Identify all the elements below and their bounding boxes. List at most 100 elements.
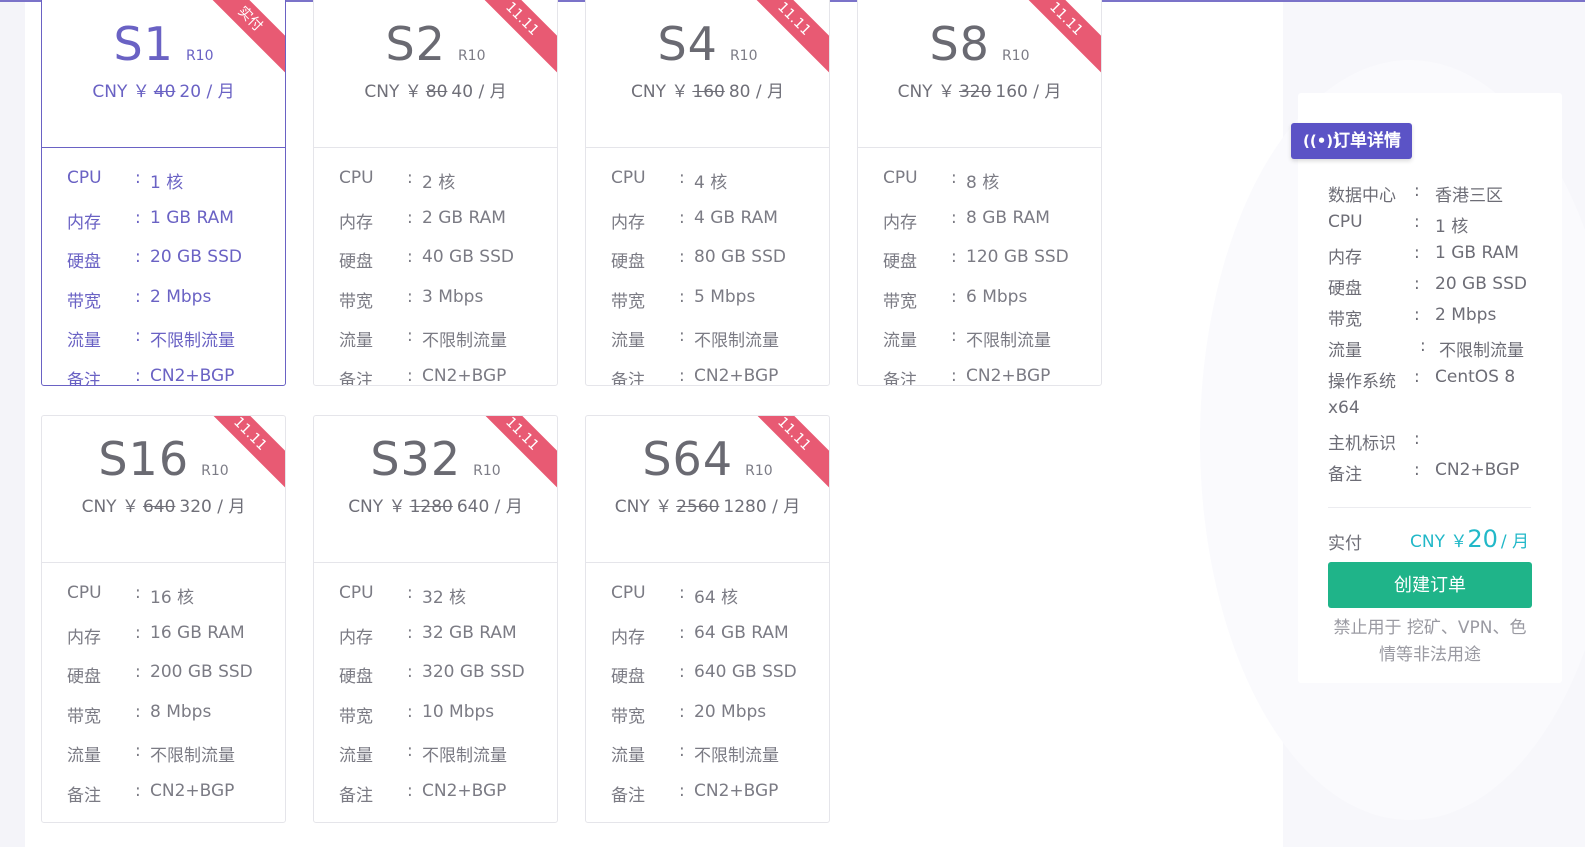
- spec-row-disk: 硬盘:80 GB SSD: [611, 247, 786, 273]
- plan-specs: CPU:32 核内存:32 GB RAM 硬盘:320 GB SSD 带宽:10 M…: [339, 583, 544, 821]
- create-order-button[interactable]: 创建订单: [1328, 562, 1532, 608]
- spec-row-note: 备注: CN2+BGP: [339, 780, 507, 806]
- spec-row-traffic: 流量: 不限制流量: [611, 326, 779, 352]
- plan-card-s2[interactable]: S2 R10 CNY ￥ 80 40 / 月 11.11 CPU:2 核内存:2 GB RA…: [313, 0, 558, 386]
- spec-row-bw: 带宽:2 Mbps: [67, 286, 212, 312]
- plan-price: CNY ￥ 1280 640 / 月: [348, 497, 523, 517]
- current-price: 320 / 月: [179, 497, 246, 517]
- current-price: 80 / 月: [728, 82, 784, 102]
- plan-card-s4[interactable]: S4 R10 CNY ￥ 160 80 / 月 11.11 CPU:4 核内存:4 GB R…: [585, 0, 830, 386]
- plan-name: S8: [929, 17, 990, 71]
- plan-specs: CPU:1 核内存:1 GB RAM 硬盘:20 GB SSD 带宽:2 Mbps 流…: [67, 168, 272, 386]
- current-price: 640 / 月: [456, 497, 523, 517]
- usage-warning: 禁止用于 挖矿、VPN、色情等非法用途: [1333, 618, 1527, 665]
- spec-row-ram: 内存:64 GB RAM: [611, 622, 789, 648]
- pay-label: 实付: [1328, 534, 1362, 554]
- spec-row-cpu: CPU:32 核: [339, 583, 467, 608]
- original-price: 80: [425, 82, 448, 102]
- plan-price: CNY ￥ 320 160 / 月: [897, 82, 1062, 102]
- spec-row-disk: 硬盘:40 GB SSD: [339, 247, 514, 273]
- plan-header: S2 R10 CNY ￥ 80 40 / 月 11.11: [314, 0, 557, 148]
- plan-code: R10: [473, 463, 501, 479]
- plan-header: S4 R10 CNY ￥ 160 80 / 月 11.11: [586, 0, 829, 148]
- plan-price: CNY ￥ 640 320 / 月: [81, 497, 246, 517]
- current-price: 160 / 月: [995, 82, 1062, 102]
- plan-code: R10: [745, 463, 773, 479]
- original-price: 640: [142, 497, 176, 517]
- spec-row-note: 备注: CN2+BGP: [611, 365, 779, 386]
- original-price: 1280: [409, 497, 453, 517]
- spec-row-traffic: 流量: 不限制流量: [339, 741, 507, 767]
- spec-row-bw: 带宽:10 Mbps: [339, 701, 495, 727]
- original-price: 320: [958, 82, 992, 102]
- plan-specs: CPU:4 核内存:4 GB RAM 硬盘:80 GB SSD 带宽:5 Mbps 流…: [611, 168, 816, 386]
- spec-row-ram: 内存:2 GB RAM: [339, 207, 506, 233]
- spec-row-note: 备注: CN2+BGP: [67, 365, 235, 386]
- pay-price: CNY ￥20/ 月: [1410, 525, 1530, 553]
- spec-row-ram: 内存:16 GB RAM: [67, 622, 245, 648]
- plan-header: S1 R10 CNY ￥ 40 20 / 月实付: [42, 0, 285, 148]
- spec-row-note: 备注: CN2+BGP: [883, 365, 1051, 386]
- spec-row-traffic: 流量: 不限制流量: [339, 326, 507, 352]
- plan-name: S64: [642, 432, 734, 486]
- current-price: 1280 / 月: [723, 497, 801, 517]
- spec-row-bw: 带宽:6 Mbps: [883, 286, 1028, 312]
- spec-row-disk: 硬盘:640 GB SSD: [611, 662, 797, 688]
- plan-card-s16[interactable]: S16 R10 CNY ￥ 640 320 / 月 11.11 CPU:16 核内存:16 …: [41, 415, 286, 823]
- plan-header: S16 R10 CNY ￥ 640 320 / 月 11.11: [42, 416, 285, 563]
- plan-card-s64[interactable]: S64 R10 CNY ￥ 2560 1280 / 月 11.11 CPU:64 核内存:6…: [585, 415, 830, 823]
- spec-row-note: 备注: CN2+BGP: [67, 780, 235, 806]
- spec-row-traffic: 流量: 不限制流量: [883, 326, 1051, 352]
- spec-row-cpu: CPU:2 核: [339, 168, 456, 193]
- spec-row-disk: 硬盘:20 GB SSD: [67, 247, 242, 273]
- spec-row-ram: 内存:32 GB RAM: [339, 622, 517, 648]
- plan-specs: CPU:64 核内存:64 GB RAM 硬盘:640 GB SSD 带宽:20 M…: [611, 583, 816, 821]
- plan-card-s1[interactable]: S1 R10 CNY ￥ 40 20 / 月实付 CPU:1 核内存:1 GB RAM 硬盘…: [41, 0, 286, 386]
- spec-row-cpu: CPU:64 核: [611, 583, 739, 608]
- plan-header: S64 R10 CNY ￥ 2560 1280 / 月 11.11: [586, 416, 829, 563]
- order-details-title: 订单详情: [1333, 131, 1401, 151]
- plan-specs: CPU:8 核内存:8 GB RAM 硬盘:120 GB SSD 带宽:6 Mbps…: [883, 168, 1088, 386]
- plan-specs: CPU:16 核内存:16 GB RAM 硬盘:200 GB SSD 带宽:8 Mb…: [67, 583, 272, 821]
- plan-name: S4: [657, 17, 718, 71]
- plan-header: S32 R10 CNY ￥ 1280 640 / 月 11.11: [314, 416, 557, 563]
- plan-card-s8[interactable]: S8 R10 CNY ￥ 320 160 / 月 11.11 CPU:8 核内存:8 GB …: [857, 0, 1102, 386]
- left-margin: [0, 0, 25, 847]
- plan-name: S2: [385, 17, 446, 71]
- spec-row-bw: 带宽:5 Mbps: [611, 286, 756, 312]
- plan-code: R10: [1001, 48, 1030, 64]
- plan-card-s32[interactable]: S32 R10 CNY ￥ 1280 640 / 月 11.11 CPU:32 核内存:32…: [313, 415, 558, 823]
- plan-price: CNY ￥ 80 40 / 月: [364, 82, 507, 102]
- plan-code: R10: [201, 463, 229, 479]
- spec-row-bw: 带宽:3 Mbps: [339, 286, 484, 312]
- plan-code: R10: [185, 48, 214, 64]
- spec-row-ram: 内存:4 GB RAM: [611, 207, 778, 233]
- original-price: 2560: [676, 497, 720, 517]
- spec-row-note: 备注: CN2+BGP: [339, 365, 507, 386]
- spec-row-ram: 内存:1 GB RAM: [67, 207, 234, 233]
- spec-row-traffic: 流量: 不限制流量: [67, 326, 235, 352]
- plan-code: R10: [457, 48, 486, 64]
- plan-name: S1: [113, 17, 174, 71]
- spec-row-cpu: CPU:8 核: [883, 168, 1000, 193]
- original-price: 40: [153, 82, 176, 102]
- spec-row-disk: 硬盘:120 GB SSD: [883, 247, 1069, 273]
- spec-row-disk: 硬盘:320 GB SSD: [339, 662, 525, 688]
- plan-name: S32: [370, 432, 462, 486]
- plan-header: S8 R10 CNY ￥ 320 160 / 月 11.11: [858, 0, 1101, 148]
- plan-price: CNY ￥ 40 20 / 月: [92, 82, 235, 102]
- spec-row-cpu: CPU:16 核: [67, 583, 195, 608]
- spec-row-note: 备注: CN2+BGP: [611, 780, 779, 806]
- original-price: 160: [692, 82, 725, 102]
- order-divider: [1328, 507, 1531, 508]
- plan-name: S16: [98, 432, 190, 486]
- plan-specs: CPU:2 核内存:2 GB RAM 硬盘:40 GB SSD 带宽:3 Mbps 流…: [339, 168, 544, 386]
- spec-row-cpu: CPU:1 核: [67, 168, 184, 193]
- spec-row-bw: 带宽:8 Mbps: [67, 701, 212, 727]
- spec-row-traffic: 流量: 不限制流量: [67, 741, 235, 767]
- current-price: 40 / 月: [451, 82, 507, 102]
- spec-row-bw: 带宽:20 Mbps: [611, 701, 767, 727]
- current-price: 20 / 月: [179, 82, 235, 102]
- spec-row-traffic: 流量: 不限制流量: [611, 741, 779, 767]
- plan-price: CNY ￥ 160 80 / 月: [631, 82, 784, 102]
